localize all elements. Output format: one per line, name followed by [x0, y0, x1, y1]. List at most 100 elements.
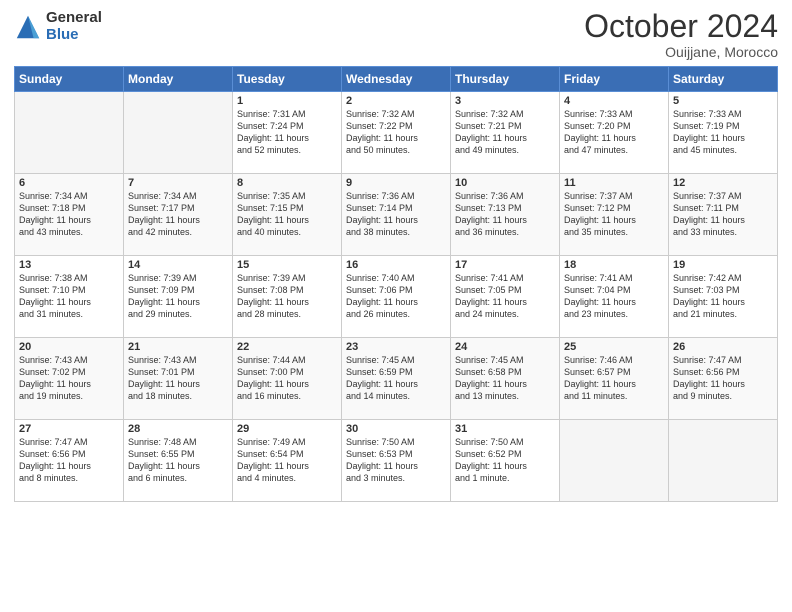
day-number: 7 [128, 177, 228, 189]
day-info: Sunrise: 7:45 AM Sunset: 6:58 PM Dayligh… [455, 354, 555, 403]
day-info: Sunrise: 7:32 AM Sunset: 7:21 PM Dayligh… [455, 108, 555, 157]
day-info: Sunrise: 7:39 AM Sunset: 7:09 PM Dayligh… [128, 272, 228, 321]
weekday-header: Sunday [15, 67, 124, 92]
calendar-cell: 10Sunrise: 7:36 AM Sunset: 7:13 PM Dayli… [451, 174, 560, 256]
day-number: 31 [455, 423, 555, 435]
calendar-cell: 14Sunrise: 7:39 AM Sunset: 7:09 PM Dayli… [124, 256, 233, 338]
day-info: Sunrise: 7:41 AM Sunset: 7:04 PM Dayligh… [564, 272, 664, 321]
day-info: Sunrise: 7:33 AM Sunset: 7:20 PM Dayligh… [564, 108, 664, 157]
day-number: 20 [19, 341, 119, 353]
day-info: Sunrise: 7:37 AM Sunset: 7:11 PM Dayligh… [673, 190, 773, 239]
calendar-cell: 27Sunrise: 7:47 AM Sunset: 6:56 PM Dayli… [15, 420, 124, 502]
day-number: 24 [455, 341, 555, 353]
page-header: General Blue October 2024 Ouijjane, Moro… [14, 10, 778, 60]
day-number: 12 [673, 177, 773, 189]
day-info: Sunrise: 7:48 AM Sunset: 6:55 PM Dayligh… [128, 436, 228, 485]
calendar-cell: 20Sunrise: 7:43 AM Sunset: 7:02 PM Dayli… [15, 338, 124, 420]
calendar-cell: 15Sunrise: 7:39 AM Sunset: 7:08 PM Dayli… [233, 256, 342, 338]
day-number: 30 [346, 423, 446, 435]
day-number: 8 [237, 177, 337, 189]
day-info: Sunrise: 7:47 AM Sunset: 6:56 PM Dayligh… [19, 436, 119, 485]
logo-icon [14, 13, 42, 41]
calendar-cell: 18Sunrise: 7:41 AM Sunset: 7:04 PM Dayli… [560, 256, 669, 338]
day-number: 27 [19, 423, 119, 435]
logo: General Blue [14, 10, 102, 43]
day-number: 16 [346, 259, 446, 271]
day-number: 6 [19, 177, 119, 189]
calendar-week-row: 6Sunrise: 7:34 AM Sunset: 7:18 PM Daylig… [15, 174, 778, 256]
day-number: 25 [564, 341, 664, 353]
calendar-cell: 6Sunrise: 7:34 AM Sunset: 7:18 PM Daylig… [15, 174, 124, 256]
day-number: 15 [237, 259, 337, 271]
day-info: Sunrise: 7:44 AM Sunset: 7:00 PM Dayligh… [237, 354, 337, 403]
day-info: Sunrise: 7:31 AM Sunset: 7:24 PM Dayligh… [237, 108, 337, 157]
calendar-cell: 25Sunrise: 7:46 AM Sunset: 6:57 PM Dayli… [560, 338, 669, 420]
day-info: Sunrise: 7:47 AM Sunset: 6:56 PM Dayligh… [673, 354, 773, 403]
calendar-cell: 12Sunrise: 7:37 AM Sunset: 7:11 PM Dayli… [669, 174, 778, 256]
day-info: Sunrise: 7:46 AM Sunset: 6:57 PM Dayligh… [564, 354, 664, 403]
weekday-header-row: SundayMondayTuesdayWednesdayThursdayFrid… [15, 67, 778, 92]
day-number: 26 [673, 341, 773, 353]
day-info: Sunrise: 7:50 AM Sunset: 6:53 PM Dayligh… [346, 436, 446, 485]
calendar-cell [560, 420, 669, 502]
day-info: Sunrise: 7:37 AM Sunset: 7:12 PM Dayligh… [564, 190, 664, 239]
calendar-cell: 9Sunrise: 7:36 AM Sunset: 7:14 PM Daylig… [342, 174, 451, 256]
calendar-cell: 16Sunrise: 7:40 AM Sunset: 7:06 PM Dayli… [342, 256, 451, 338]
day-number: 23 [346, 341, 446, 353]
day-number: 2 [346, 95, 446, 107]
weekday-header: Tuesday [233, 67, 342, 92]
calendar-week-row: 13Sunrise: 7:38 AM Sunset: 7:10 PM Dayli… [15, 256, 778, 338]
day-info: Sunrise: 7:33 AM Sunset: 7:19 PM Dayligh… [673, 108, 773, 157]
day-info: Sunrise: 7:36 AM Sunset: 7:14 PM Dayligh… [346, 190, 446, 239]
calendar-cell: 3Sunrise: 7:32 AM Sunset: 7:21 PM Daylig… [451, 92, 560, 174]
calendar-cell: 24Sunrise: 7:45 AM Sunset: 6:58 PM Dayli… [451, 338, 560, 420]
calendar-cell: 5Sunrise: 7:33 AM Sunset: 7:19 PM Daylig… [669, 92, 778, 174]
day-number: 10 [455, 177, 555, 189]
day-info: Sunrise: 7:42 AM Sunset: 7:03 PM Dayligh… [673, 272, 773, 321]
calendar-cell: 2Sunrise: 7:32 AM Sunset: 7:22 PM Daylig… [342, 92, 451, 174]
calendar-cell [15, 92, 124, 174]
day-info: Sunrise: 7:36 AM Sunset: 7:13 PM Dayligh… [455, 190, 555, 239]
calendar-week-row: 27Sunrise: 7:47 AM Sunset: 6:56 PM Dayli… [15, 420, 778, 502]
calendar-week-row: 1Sunrise: 7:31 AM Sunset: 7:24 PM Daylig… [15, 92, 778, 174]
logo-general: General [46, 10, 102, 27]
calendar-cell: 17Sunrise: 7:41 AM Sunset: 7:05 PM Dayli… [451, 256, 560, 338]
day-number: 9 [346, 177, 446, 189]
day-info: Sunrise: 7:41 AM Sunset: 7:05 PM Dayligh… [455, 272, 555, 321]
day-info: Sunrise: 7:45 AM Sunset: 6:59 PM Dayligh… [346, 354, 446, 403]
day-number: 1 [237, 95, 337, 107]
calendar-cell: 28Sunrise: 7:48 AM Sunset: 6:55 PM Dayli… [124, 420, 233, 502]
weekday-header: Wednesday [342, 67, 451, 92]
day-info: Sunrise: 7:50 AM Sunset: 6:52 PM Dayligh… [455, 436, 555, 485]
day-info: Sunrise: 7:35 AM Sunset: 7:15 PM Dayligh… [237, 190, 337, 239]
day-info: Sunrise: 7:32 AM Sunset: 7:22 PM Dayligh… [346, 108, 446, 157]
day-info: Sunrise: 7:40 AM Sunset: 7:06 PM Dayligh… [346, 272, 446, 321]
calendar-cell: 13Sunrise: 7:38 AM Sunset: 7:10 PM Dayli… [15, 256, 124, 338]
day-number: 29 [237, 423, 337, 435]
calendar-cell: 8Sunrise: 7:35 AM Sunset: 7:15 PM Daylig… [233, 174, 342, 256]
calendar-cell: 31Sunrise: 7:50 AM Sunset: 6:52 PM Dayli… [451, 420, 560, 502]
calendar-cell: 4Sunrise: 7:33 AM Sunset: 7:20 PM Daylig… [560, 92, 669, 174]
day-number: 28 [128, 423, 228, 435]
calendar-cell: 29Sunrise: 7:49 AM Sunset: 6:54 PM Dayli… [233, 420, 342, 502]
calendar-cell: 22Sunrise: 7:44 AM Sunset: 7:00 PM Dayli… [233, 338, 342, 420]
calendar-cell: 11Sunrise: 7:37 AM Sunset: 7:12 PM Dayli… [560, 174, 669, 256]
calendar-week-row: 20Sunrise: 7:43 AM Sunset: 7:02 PM Dayli… [15, 338, 778, 420]
calendar-cell: 26Sunrise: 7:47 AM Sunset: 6:56 PM Dayli… [669, 338, 778, 420]
day-number: 13 [19, 259, 119, 271]
day-number: 14 [128, 259, 228, 271]
day-number: 17 [455, 259, 555, 271]
calendar-cell: 30Sunrise: 7:50 AM Sunset: 6:53 PM Dayli… [342, 420, 451, 502]
calendar-cell: 21Sunrise: 7:43 AM Sunset: 7:01 PM Dayli… [124, 338, 233, 420]
day-number: 22 [237, 341, 337, 353]
day-number: 11 [564, 177, 664, 189]
weekday-header: Saturday [669, 67, 778, 92]
day-info: Sunrise: 7:34 AM Sunset: 7:17 PM Dayligh… [128, 190, 228, 239]
day-info: Sunrise: 7:43 AM Sunset: 7:02 PM Dayligh… [19, 354, 119, 403]
calendar-cell: 7Sunrise: 7:34 AM Sunset: 7:17 PM Daylig… [124, 174, 233, 256]
weekday-header: Thursday [451, 67, 560, 92]
calendar-cell: 1Sunrise: 7:31 AM Sunset: 7:24 PM Daylig… [233, 92, 342, 174]
day-info: Sunrise: 7:39 AM Sunset: 7:08 PM Dayligh… [237, 272, 337, 321]
day-number: 18 [564, 259, 664, 271]
logo-text: General Blue [46, 10, 102, 43]
